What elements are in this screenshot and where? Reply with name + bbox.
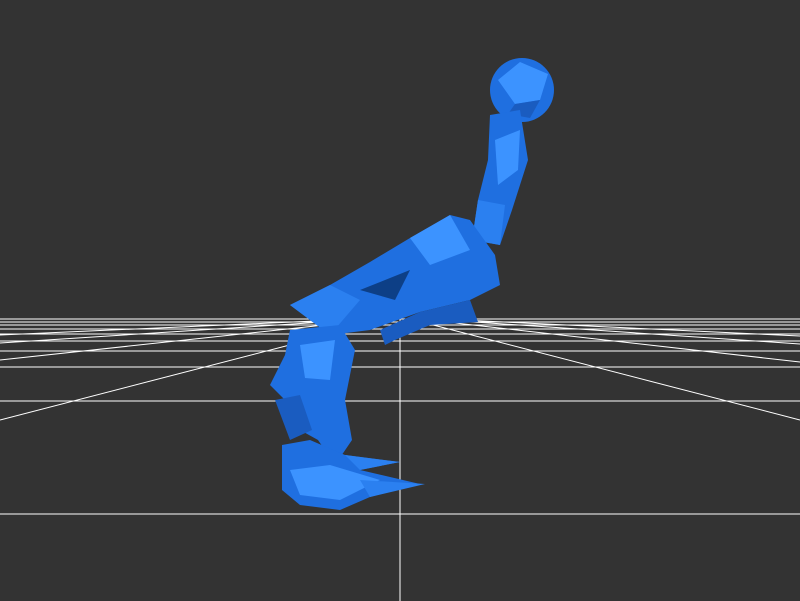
model-facet bbox=[300, 340, 335, 380]
grid-line-v bbox=[429, 318, 800, 345]
model-claw bbox=[360, 480, 425, 497]
3d-viewport[interactable] bbox=[0, 0, 800, 601]
blue-3d-model[interactable] bbox=[270, 58, 554, 510]
ground-grid bbox=[0, 318, 800, 601]
scene-canvas[interactable] bbox=[0, 0, 800, 601]
